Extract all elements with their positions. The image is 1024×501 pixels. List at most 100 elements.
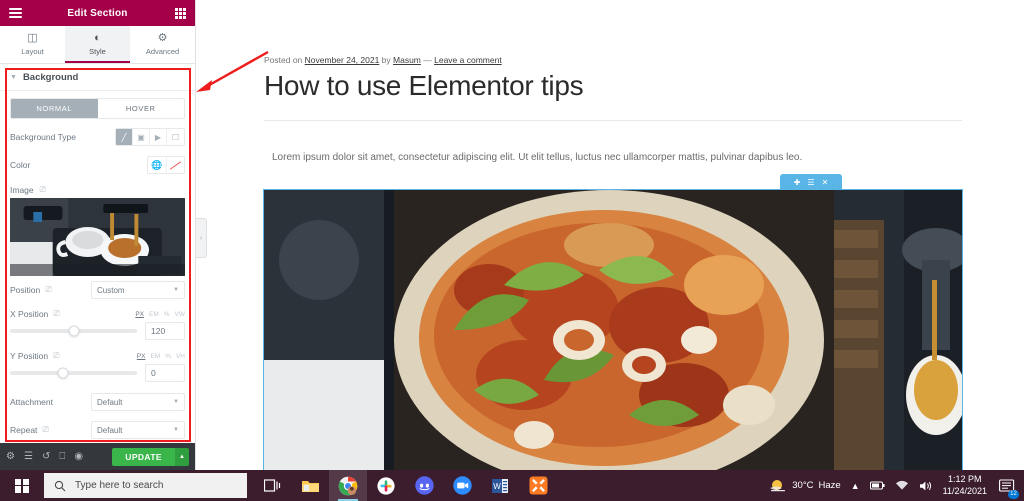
- tab-advanced[interactable]: ⚙ Advanced: [130, 26, 195, 63]
- background-type-options: ╱ ▣ ▶ ☐: [115, 128, 185, 146]
- collapse-panel-icon[interactable]: ‹: [196, 218, 207, 258]
- unit-px[interactable]: PX: [135, 311, 144, 318]
- search-icon: [54, 480, 66, 491]
- wifi-icon[interactable]: [895, 480, 909, 491]
- navigator-layers-icon[interactable]: ☰: [24, 451, 33, 462]
- plus-icon[interactable]: ✚: [794, 178, 801, 187]
- desktop-icon[interactable]: ⎚: [45, 285, 51, 295]
- weather-condition-label: Haze: [818, 480, 841, 491]
- panel-body: ▼ Background NORMAL HOVER Background Typ…: [0, 64, 195, 443]
- attachment-select[interactable]: Default ▼: [91, 393, 185, 411]
- windows-logo-icon[interactable]: [0, 470, 44, 501]
- hero-section[interactable]: [263, 189, 963, 470]
- by-text: by: [379, 55, 394, 65]
- unit-em[interactable]: EM: [150, 353, 160, 360]
- section-handle-toolbar[interactable]: ✚ ☰ ✕: [780, 174, 842, 190]
- file-explorer-icon[interactable]: [291, 470, 329, 501]
- close-x-icon[interactable]: ✕: [822, 178, 829, 187]
- brush-icon[interactable]: ╱: [116, 129, 133, 145]
- video-camera-icon[interactable]: ▶: [150, 129, 167, 145]
- state-tabs: NORMAL HOVER: [10, 98, 185, 119]
- x-position-header: X Position ⎚ PX EM % VW: [0, 304, 195, 320]
- state-tab-normal[interactable]: NORMAL: [11, 99, 98, 118]
- repeat-select[interactable]: Default ▼: [91, 421, 185, 439]
- caret-down-icon: ▼: [173, 287, 179, 293]
- x-position-slider[interactable]: [10, 325, 137, 337]
- hamburger-icon[interactable]: [7, 5, 23, 21]
- y-position-label-wrap: Y Position ⎚: [10, 351, 60, 361]
- tab-style[interactable]: ◐ Style: [65, 26, 130, 63]
- clock-date: 11/24/2021: [942, 485, 987, 496]
- y-position-slider-handle[interactable]: [57, 367, 69, 379]
- xampp-icon[interactable]: [519, 470, 557, 501]
- repeat-row: Repeat ⎚ Default ▼: [0, 416, 195, 443]
- y-position-slider[interactable]: [10, 367, 137, 379]
- x-position-slider-handle[interactable]: [68, 325, 79, 337]
- action-center-icon[interactable]: 12: [997, 476, 1019, 499]
- clock[interactable]: 1:12 PM 11/24/2021: [943, 474, 987, 497]
- update-button[interactable]: UPDATE: [112, 447, 175, 466]
- state-tab-hover[interactable]: HOVER: [97, 99, 184, 118]
- position-select[interactable]: Custom ▼: [91, 281, 185, 299]
- position-row: Position ⎚ Custom ▼: [0, 276, 195, 304]
- tab-style-label: Style: [89, 47, 106, 56]
- task-view-icon[interactable]: [253, 470, 291, 501]
- zoom-icon[interactable]: [443, 470, 481, 501]
- x-position-label: X Position: [10, 309, 49, 319]
- responsive-mode-icon[interactable]: ⎕: [59, 451, 65, 462]
- no-color-swatch-icon[interactable]: [166, 157, 184, 173]
- x-position-input[interactable]: 120: [145, 322, 185, 340]
- post-date-link[interactable]: November 24, 2021: [305, 55, 380, 65]
- desktop-icon[interactable]: ⎚: [40, 185, 46, 195]
- meta-separator: —: [420, 55, 435, 65]
- tab-layout-label: Layout: [21, 47, 44, 56]
- panel-title: Edit Section: [67, 7, 128, 19]
- post-author-link[interactable]: Masum: [393, 55, 421, 65]
- unit-px[interactable]: PX: [137, 353, 146, 360]
- x-position-units: PX EM % VW: [135, 311, 185, 318]
- unit-percent[interactable]: %: [165, 353, 171, 360]
- globe-icon[interactable]: 🌐: [148, 157, 166, 173]
- battery-icon[interactable]: [869, 480, 885, 491]
- microsoft-word-icon[interactable]: W: [481, 470, 519, 501]
- update-options-caret-icon[interactable]: ▲: [175, 447, 189, 466]
- grid-apps-icon[interactable]: [172, 5, 188, 21]
- leave-comment-link[interactable]: Leave a comment: [434, 55, 502, 65]
- google-chrome-icon[interactable]: [329, 470, 367, 501]
- taskbar-apps: W: [253, 470, 557, 501]
- speaker-icon[interactable]: [919, 480, 933, 492]
- background-image-thumbnail[interactable]: [10, 198, 185, 276]
- y-position-input[interactable]: 0: [145, 364, 185, 382]
- desktop-icon[interactable]: ⎚: [42, 425, 48, 435]
- unit-em[interactable]: EM: [149, 311, 159, 318]
- gradient-icon[interactable]: ▣: [133, 129, 150, 145]
- clock-time: 1:12 PM: [948, 474, 982, 485]
- background-type-row: Background Type ╱ ▣ ▶ ☐: [0, 123, 195, 151]
- unit-vw[interactable]: VW: [175, 311, 185, 318]
- x-position-slider-row: 120: [0, 320, 195, 346]
- posted-on-text: Posted on: [264, 55, 305, 65]
- background-section-header[interactable]: ▼ Background: [0, 64, 195, 91]
- gear-icon: ⚙: [157, 32, 168, 44]
- post-paragraph: Lorem ipsum dolor sit amet, consectetur …: [272, 152, 803, 163]
- search-input[interactable]: Type here to search: [44, 473, 247, 498]
- desktop-icon[interactable]: ⎚: [53, 351, 59, 361]
- image-row-label: Image ⎚: [0, 179, 195, 198]
- y-position-units: PX EM % VH: [137, 353, 185, 360]
- settings-gear-icon[interactable]: ⚙: [6, 451, 15, 462]
- unit-vh[interactable]: VH: [176, 353, 185, 360]
- desktop-icon[interactable]: ⎚: [53, 309, 59, 319]
- columns-grid-icon[interactable]: ☰: [807, 178, 814, 187]
- page-title: How to use Elementor tips: [264, 70, 584, 101]
- history-icon[interactable]: ↺: [42, 451, 50, 462]
- preview-changes-eye-icon[interactable]: ◉: [74, 451, 83, 462]
- image-label: Image: [10, 185, 34, 195]
- slack-icon[interactable]: [367, 470, 405, 501]
- show-hidden-icons-chevron[interactable]: ▲: [851, 481, 860, 491]
- post-meta: Posted on November 24, 2021 by Masum — L…: [264, 55, 502, 65]
- discord-icon[interactable]: [405, 470, 443, 501]
- tab-layout[interactable]: ◫ Layout: [0, 26, 65, 63]
- unit-percent[interactable]: %: [164, 311, 170, 318]
- slideshow-icon[interactable]: ☐: [167, 129, 184, 145]
- weather-widget[interactable]: 30°C Haze: [769, 478, 841, 494]
